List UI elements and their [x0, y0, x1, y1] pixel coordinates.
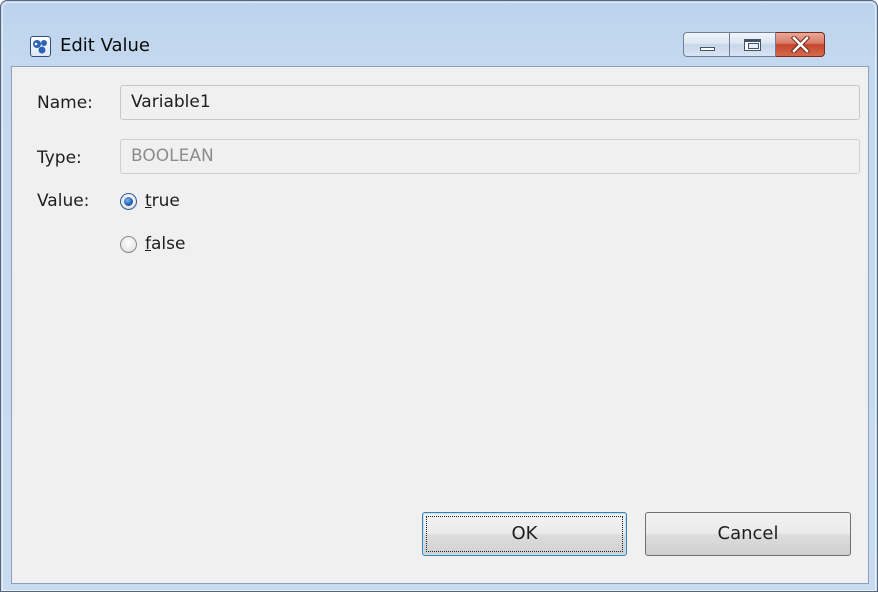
radio-true-label: true	[145, 191, 180, 211]
maximize-icon	[744, 39, 761, 51]
radio-false[interactable]: false	[120, 232, 185, 256]
dialog-body: Name: Variable1 Type: BOOLEAN Value: tru…	[11, 66, 869, 584]
ok-button[interactable]: OK	[422, 512, 627, 556]
type-label: Type:	[37, 148, 82, 168]
name-field[interactable]: Variable1	[120, 85, 860, 120]
cancel-button-label: Cancel	[717, 523, 779, 544]
radio-false-label: false	[145, 234, 186, 254]
edit-value-dialog: Edit Value Name: Variable1 Type: BOOLEAN…	[0, 0, 878, 592]
cancel-button[interactable]: Cancel	[645, 512, 851, 556]
value-label: Value:	[37, 191, 90, 211]
app-logo-icon	[30, 36, 51, 57]
ok-button-label: OK	[511, 523, 538, 544]
type-field: BOOLEAN	[120, 139, 860, 174]
close-button[interactable]	[776, 32, 825, 57]
minimize-icon	[700, 47, 715, 51]
name-label: Name:	[37, 93, 93, 113]
minimize-button[interactable]	[683, 32, 730, 57]
radio-true[interactable]: true	[120, 189, 180, 213]
radio-true-indicator[interactable]	[120, 192, 137, 210]
close-icon	[791, 36, 810, 53]
window-title: Edit Value	[60, 35, 151, 56]
radio-false-indicator[interactable]	[120, 235, 137, 253]
title-bar[interactable]: Edit Value	[1, 1, 877, 65]
maximize-button[interactable]	[730, 32, 776, 57]
